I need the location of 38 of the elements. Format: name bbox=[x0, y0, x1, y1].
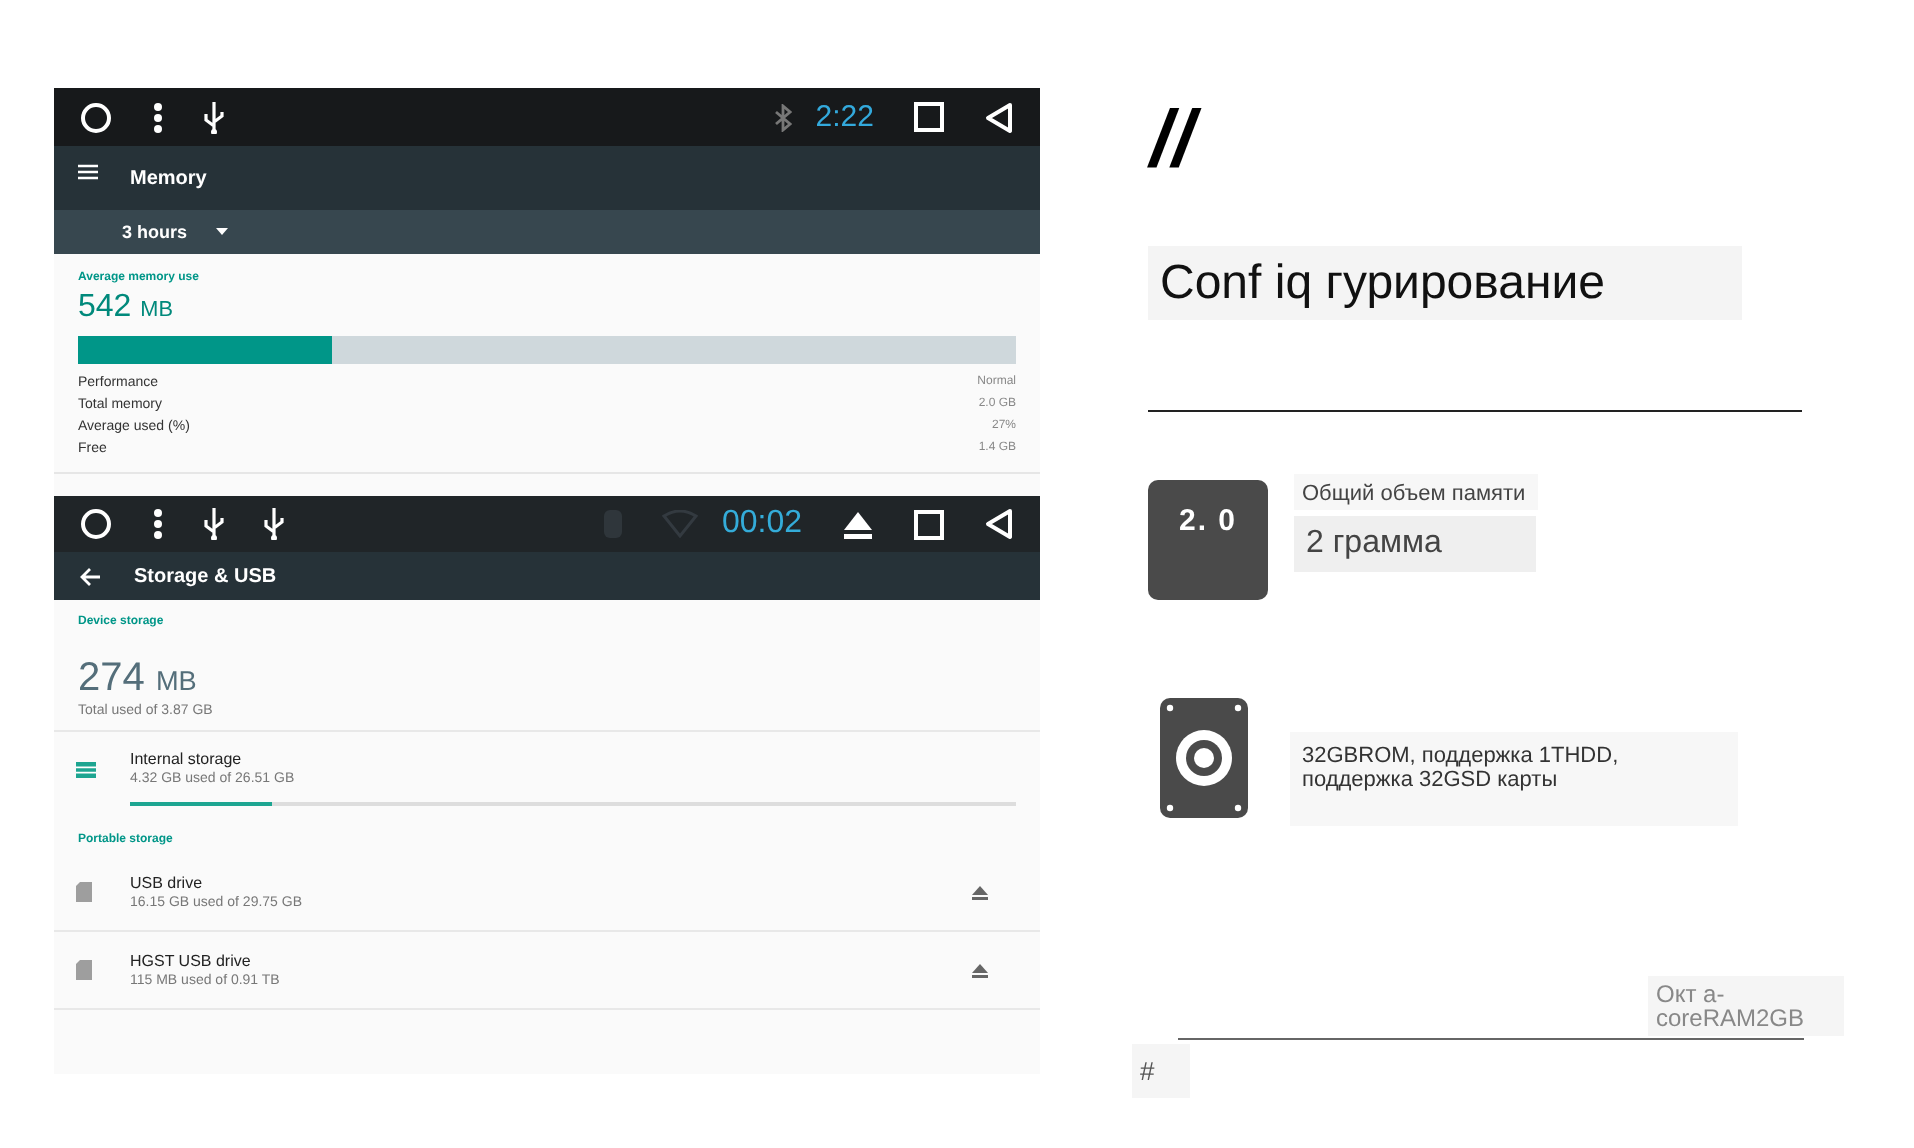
back-arrow-icon[interactable] bbox=[80, 567, 100, 585]
clock-time: 00:02 bbox=[721, 506, 802, 542]
bluetooth-icon bbox=[773, 103, 792, 131]
toolbar-title: Storage & USB bbox=[134, 565, 277, 587]
feature-label: Общий объем памяти bbox=[1294, 474, 1538, 510]
memory-value: 542 MB bbox=[78, 290, 175, 326]
sd-card-icon bbox=[76, 960, 92, 980]
storage-icon bbox=[76, 762, 96, 778]
memory-chip-icon: 2. 0 bbox=[1148, 480, 1268, 600]
recent-apps-icon[interactable] bbox=[914, 509, 944, 539]
usb-icon bbox=[204, 508, 224, 540]
clock-time: 2:22 bbox=[815, 100, 874, 134]
item-title: USB drive bbox=[130, 874, 205, 892]
footer-note: Окт a-coreRAM2GB bbox=[1648, 976, 1844, 1036]
item-title: Internal storage bbox=[130, 750, 244, 768]
usb-icon bbox=[204, 101, 224, 133]
eject-icon[interactable] bbox=[842, 509, 874, 539]
wifi-icon bbox=[661, 510, 698, 538]
back-icon[interactable] bbox=[984, 101, 1014, 133]
menu-icon[interactable] bbox=[78, 164, 98, 180]
sd-card-icon bbox=[76, 882, 92, 902]
toolbar-title: Memory bbox=[130, 167, 207, 189]
storage-value: 274 MB bbox=[78, 656, 199, 702]
period-dropdown[interactable]: 3 hours bbox=[122, 218, 228, 246]
usb-icon bbox=[264, 508, 284, 540]
decorative-mark: // bbox=[1150, 96, 1828, 184]
home-icon[interactable] bbox=[80, 508, 112, 540]
feature-text: 32GBROM, поддержка 1THDD, поддержка 32GSD карты bbox=[1290, 732, 1738, 826]
back-icon[interactable] bbox=[984, 508, 1014, 540]
page-title: Conf iq гурирование bbox=[1148, 246, 1742, 320]
more-options-icon[interactable] bbox=[152, 101, 164, 133]
home-icon[interactable] bbox=[80, 101, 112, 133]
dropdown-arrow-icon bbox=[215, 228, 228, 236]
item-title: HGST USB drive bbox=[130, 952, 253, 970]
more-options-icon[interactable] bbox=[152, 508, 164, 540]
hash-label: # bbox=[1132, 1044, 1190, 1098]
recent-apps-icon[interactable] bbox=[914, 102, 944, 132]
feature-value: 2 грамма bbox=[1294, 516, 1536, 572]
